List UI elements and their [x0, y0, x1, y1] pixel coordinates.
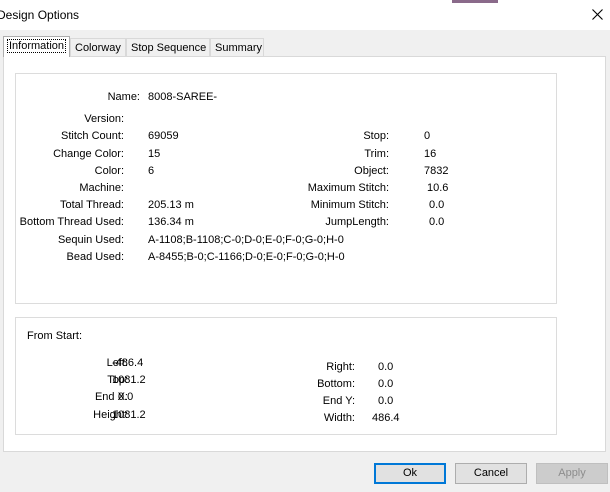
max-stitch-value: 10.6 [427, 182, 449, 194]
change-color-value: 15 [148, 148, 161, 160]
design-info-group: Name: 8008-SAREE- Version: Stitch Count:… [15, 73, 557, 304]
color-label: Color: [94, 165, 124, 177]
trim-label: Trim: [364, 148, 389, 160]
min-stitch-value: 0.0 [429, 199, 445, 211]
name-value: 8008-SAREE- [148, 91, 218, 103]
trim-value: 16 [424, 148, 437, 160]
right-value: 0.0 [378, 361, 394, 373]
tab-information[interactable]: Information [3, 36, 70, 57]
end-y-label: End Y: [322, 395, 355, 407]
right-label: Right: [326, 361, 355, 373]
stop-label: Stop: [363, 130, 389, 142]
close-button[interactable] [586, 4, 610, 26]
bottom-thread-value: 136.34 m [148, 216, 194, 228]
window-title: Design Options [0, 8, 80, 22]
end-y-value: 0.0 [378, 395, 394, 407]
jump-length-value: 0.0 [429, 216, 445, 228]
apply-button[interactable]: Apply [536, 463, 608, 484]
bottom-thread-label: Bottom Thread Used: [19, 216, 124, 228]
tab-summary[interactable]: Summary [210, 38, 264, 56]
tab-stop-sequence[interactable]: Stop Sequence [126, 38, 210, 56]
left-value: -486.4 [112, 357, 144, 369]
machine-label: Machine: [79, 182, 124, 194]
change-color-label: Change Color: [53, 148, 124, 160]
stop-value: 0 [424, 130, 431, 142]
color-value: 6 [148, 165, 155, 177]
version-label: Version: [84, 113, 124, 125]
bead-value: A-8455;B-0;C-1166;D-0;E-0;F-0;G-0;H-0 [148, 251, 345, 263]
object-label: Object: [354, 165, 389, 177]
from-start-group: From Start: Left: -486.4 Top: 1081.2 End… [15, 317, 557, 435]
sequin-value: A-1108;B-1108;C-0;D-0;E-0;F-0;G-0;H-0 [148, 234, 344, 246]
object-value: 7832 [424, 165, 449, 177]
width-value: 486.4 [372, 412, 400, 424]
bead-label: Bead Used: [66, 251, 124, 263]
window-accent [452, 0, 498, 3]
min-stitch-label: Minimum Stitch: [310, 199, 389, 211]
name-label: Name: [107, 91, 140, 103]
title-bar: Design Options [0, 0, 610, 30]
ok-button[interactable]: Ok [374, 463, 446, 484]
close-icon [592, 9, 603, 20]
height-value: 1081.2 [112, 409, 146, 421]
stitch-count-label: Stitch Count: [61, 130, 124, 142]
cancel-button[interactable]: Cancel [455, 463, 527, 484]
max-stitch-label: Maximum Stitch: [307, 182, 389, 194]
end-x-value: 0.0 [118, 391, 134, 403]
width-label: Width: [323, 412, 355, 424]
tab-colorway[interactable]: Colorway [70, 38, 126, 56]
total-thread-value: 205.13 m [148, 199, 194, 211]
top-value: 1081.2 [112, 374, 146, 386]
jump-length-label: JumpLength: [325, 216, 389, 228]
sequin-label: Sequin Used: [57, 234, 124, 246]
bottom-value: 0.0 [378, 378, 394, 390]
from-start-heading: From Start: [27, 330, 83, 342]
stitch-count-value: 69059 [148, 130, 179, 142]
total-thread-label: Total Thread: [59, 199, 124, 211]
bottom-label: Bottom: [317, 378, 355, 390]
